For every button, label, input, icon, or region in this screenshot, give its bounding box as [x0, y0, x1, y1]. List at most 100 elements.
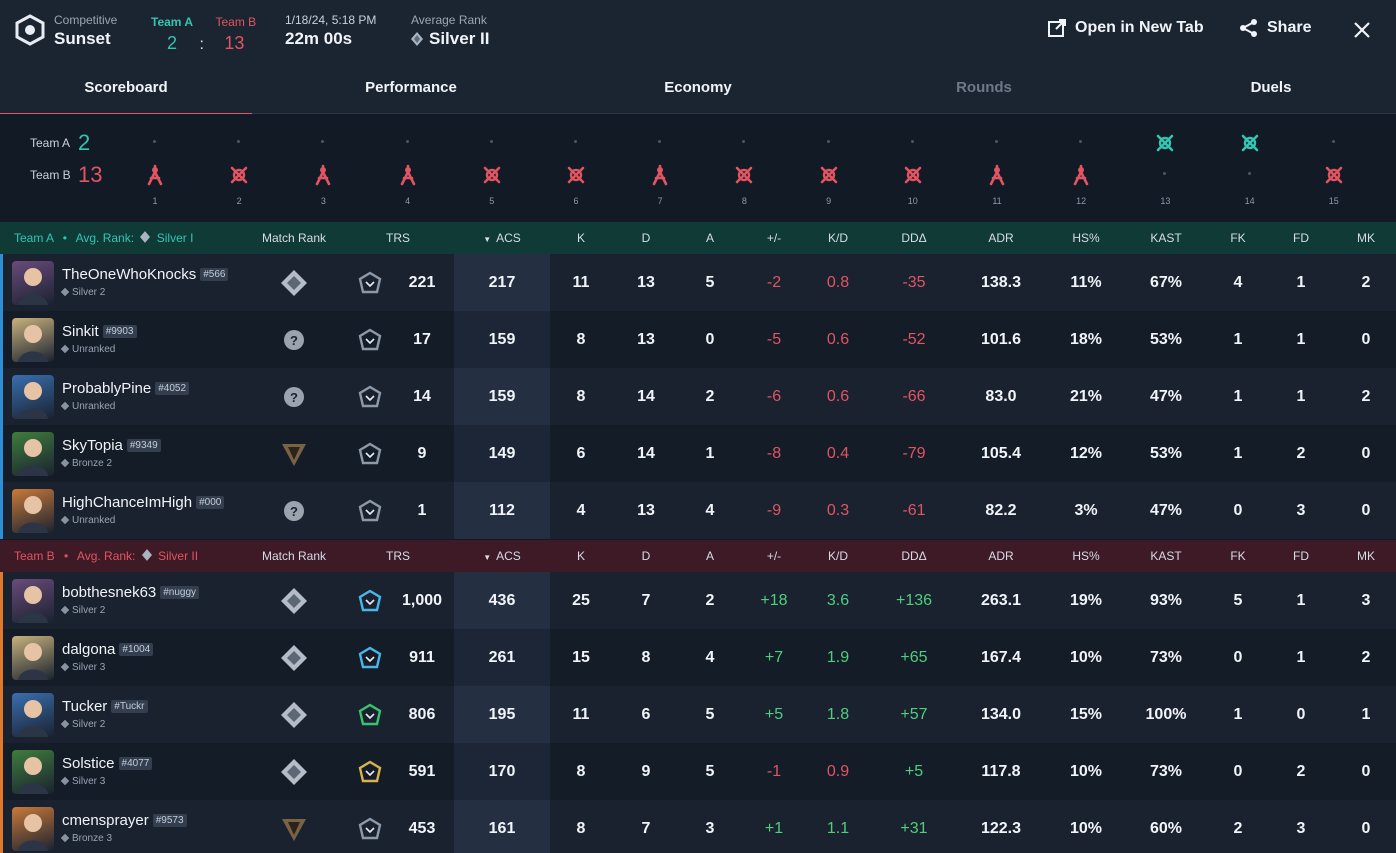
col-fk[interactable]: FK: [1223, 540, 1253, 572]
team-b-name: Team B: [14, 549, 55, 563]
player-row[interactable]: Solstice #4077 Silver 3 591 170 8 9 5 -1 0.9 +5 117…: [0, 743, 1396, 800]
team-accent-bar: [0, 311, 3, 368]
player-name[interactable]: Solstice #4077: [62, 755, 153, 772]
player-tag: #1004: [119, 643, 154, 656]
col-mk[interactable]: MK: [1351, 540, 1381, 572]
col-kd[interactable]: K/D: [818, 222, 858, 254]
round-column[interactable]: 3: [308, 114, 338, 222]
close-icon[interactable]: [1350, 18, 1374, 42]
player-name[interactable]: dalgona #1004: [62, 641, 154, 658]
col-k[interactable]: K: [566, 540, 596, 572]
round-column[interactable]: 11: [982, 114, 1012, 222]
tab-scoreboard[interactable]: Scoreboard: [0, 60, 252, 115]
round-number: 13: [1160, 196, 1171, 206]
col-plus-minus[interactable]: +/-: [754, 222, 794, 254]
player-row[interactable]: Sinkit #9903 Unranked? 17 159 8 13 0 -5 0.6 -52 101…: [0, 311, 1396, 368]
player-name-text: HighChanceImHigh: [62, 494, 193, 511]
stat-adr: 101.6: [980, 331, 1022, 348]
player-row[interactable]: SkyTopia #9349 Bronze 2 9 149 6 14 1 -8 0.4 -79 105…: [0, 425, 1396, 482]
silver-rank-icon: [281, 702, 307, 728]
col-acs[interactable]: ▼ ACS: [470, 540, 534, 572]
stat-d: 8: [641, 649, 651, 666]
stat-trs: 453: [408, 820, 436, 837]
col-hs[interactable]: HS%: [1066, 540, 1106, 572]
col-match-rank[interactable]: Match Rank: [254, 540, 334, 572]
player-row[interactable]: TheOneWhoKnocks #566 Silver 2 221 217 11 13 5 -2…: [0, 254, 1396, 311]
player-rank-text: Silver 3: [72, 662, 106, 673]
col-trs[interactable]: TRS: [378, 222, 418, 254]
col-dd-delta[interactable]: DDΔ: [894, 222, 934, 254]
col-kast[interactable]: KAST: [1141, 222, 1191, 254]
stat-kd: 0.4: [826, 445, 850, 462]
round-column[interactable]: 4: [393, 114, 423, 222]
col-adr[interactable]: ADR: [981, 540, 1021, 572]
share-button[interactable]: Share: [1239, 18, 1311, 38]
player-row[interactable]: ProbablyPine #4052 Unranked? 14 159 8 14 2 -6 0.6…: [0, 368, 1396, 425]
col-kd[interactable]: K/D: [818, 540, 858, 572]
round-empty-dot: [995, 140, 998, 143]
round-column[interactable]: 5: [477, 114, 507, 222]
trs-tier-icon: [358, 499, 382, 522]
round-column[interactable]: 15: [1319, 114, 1349, 222]
col-adr[interactable]: ADR: [981, 222, 1021, 254]
col-acs[interactable]: ▼ ACS: [470, 222, 534, 254]
player-name[interactable]: ProbablyPine #4052: [62, 380, 190, 397]
col-kast[interactable]: KAST: [1141, 540, 1191, 572]
player-row[interactable]: Tucker #Tuckr Silver 2 806 195 11 6 5 +5 1.8 +57 13…: [0, 686, 1396, 743]
rank-icon: [60, 662, 70, 672]
tab-duels[interactable]: Duels: [1145, 60, 1396, 114]
round-number: 9: [826, 196, 832, 206]
round-column[interactable]: 10: [898, 114, 928, 222]
stat-kd: 0.9: [826, 763, 850, 780]
stat-acs: 159: [488, 331, 516, 348]
round-column[interactable]: 1: [140, 114, 170, 222]
round-column[interactable]: 6: [561, 114, 591, 222]
player-row[interactable]: bobthesnek63 #nuggy Silver 2 1,000 436 25 7 2 +1…: [0, 572, 1396, 629]
player-name[interactable]: Tucker #Tuckr: [62, 698, 148, 715]
round-column[interactable]: 12: [1066, 114, 1096, 222]
col-hs[interactable]: HS%: [1066, 222, 1106, 254]
col-dd-delta[interactable]: DDΔ: [894, 540, 934, 572]
col-d[interactable]: D: [631, 222, 661, 254]
col-a[interactable]: A: [695, 540, 725, 572]
col-fd[interactable]: FD: [1286, 222, 1316, 254]
tab-economy[interactable]: Economy: [572, 60, 824, 114]
round-number: 8: [741, 196, 747, 206]
round-column[interactable]: 14: [1235, 114, 1265, 222]
stat-trs: 1,000: [401, 592, 443, 609]
col-d[interactable]: D: [631, 540, 661, 572]
stat-trs: 221: [408, 274, 436, 291]
player-name[interactable]: HighChanceImHigh #000: [62, 494, 225, 511]
player-name[interactable]: bobthesnek63 #nuggy: [62, 584, 200, 601]
col-fk[interactable]: FK: [1223, 222, 1253, 254]
player-name[interactable]: SkyTopia #9349: [62, 437, 161, 454]
player-tag: #4077: [118, 757, 153, 770]
round-column[interactable]: 9: [814, 114, 844, 222]
col-mk[interactable]: MK: [1351, 222, 1381, 254]
col-plus-minus[interactable]: +/-: [754, 540, 794, 572]
col-fd[interactable]: FD: [1286, 540, 1316, 572]
player-row[interactable]: dalgona #1004 Silver 3 911 261 15 8 4 +7 1.9 +65 16…: [0, 629, 1396, 686]
tab-rounds[interactable]: Rounds: [858, 60, 1110, 114]
round-column[interactable]: 7: [645, 114, 675, 222]
open-new-tab-button[interactable]: Open in New Tab: [1047, 18, 1204, 38]
tab-performance[interactable]: Performance: [285, 60, 537, 114]
stat-a: 2: [705, 592, 715, 609]
stat-fk: 0: [1233, 763, 1243, 780]
col-trs[interactable]: TRS: [378, 540, 418, 572]
col-k[interactable]: K: [566, 222, 596, 254]
round-column[interactable]: 8: [729, 114, 759, 222]
player-row[interactable]: HighChanceImHigh #000 Unranked? 1 112 4 13 4 -9 0…: [0, 482, 1396, 539]
player-tag: #Tuckr: [111, 700, 148, 713]
player-name[interactable]: Sinkit #9903: [62, 323, 137, 340]
stat-mk: 0: [1361, 331, 1371, 348]
round-column[interactable]: 13: [1150, 114, 1180, 222]
player-row[interactable]: cmensprayer #9573 Bronze 3 453 161 8 7 3 +1 1.1 +3…: [0, 800, 1396, 853]
player-name[interactable]: cmensprayer #9573: [62, 812, 187, 829]
stat-dd: +136: [895, 592, 933, 609]
col-match-rank[interactable]: Match Rank: [254, 222, 334, 254]
col-a[interactable]: A: [695, 222, 725, 254]
player-name-text: TheOneWhoKnocks: [62, 266, 197, 283]
round-column[interactable]: 2: [224, 114, 254, 222]
player-name[interactable]: TheOneWhoKnocks #566: [62, 266, 229, 283]
